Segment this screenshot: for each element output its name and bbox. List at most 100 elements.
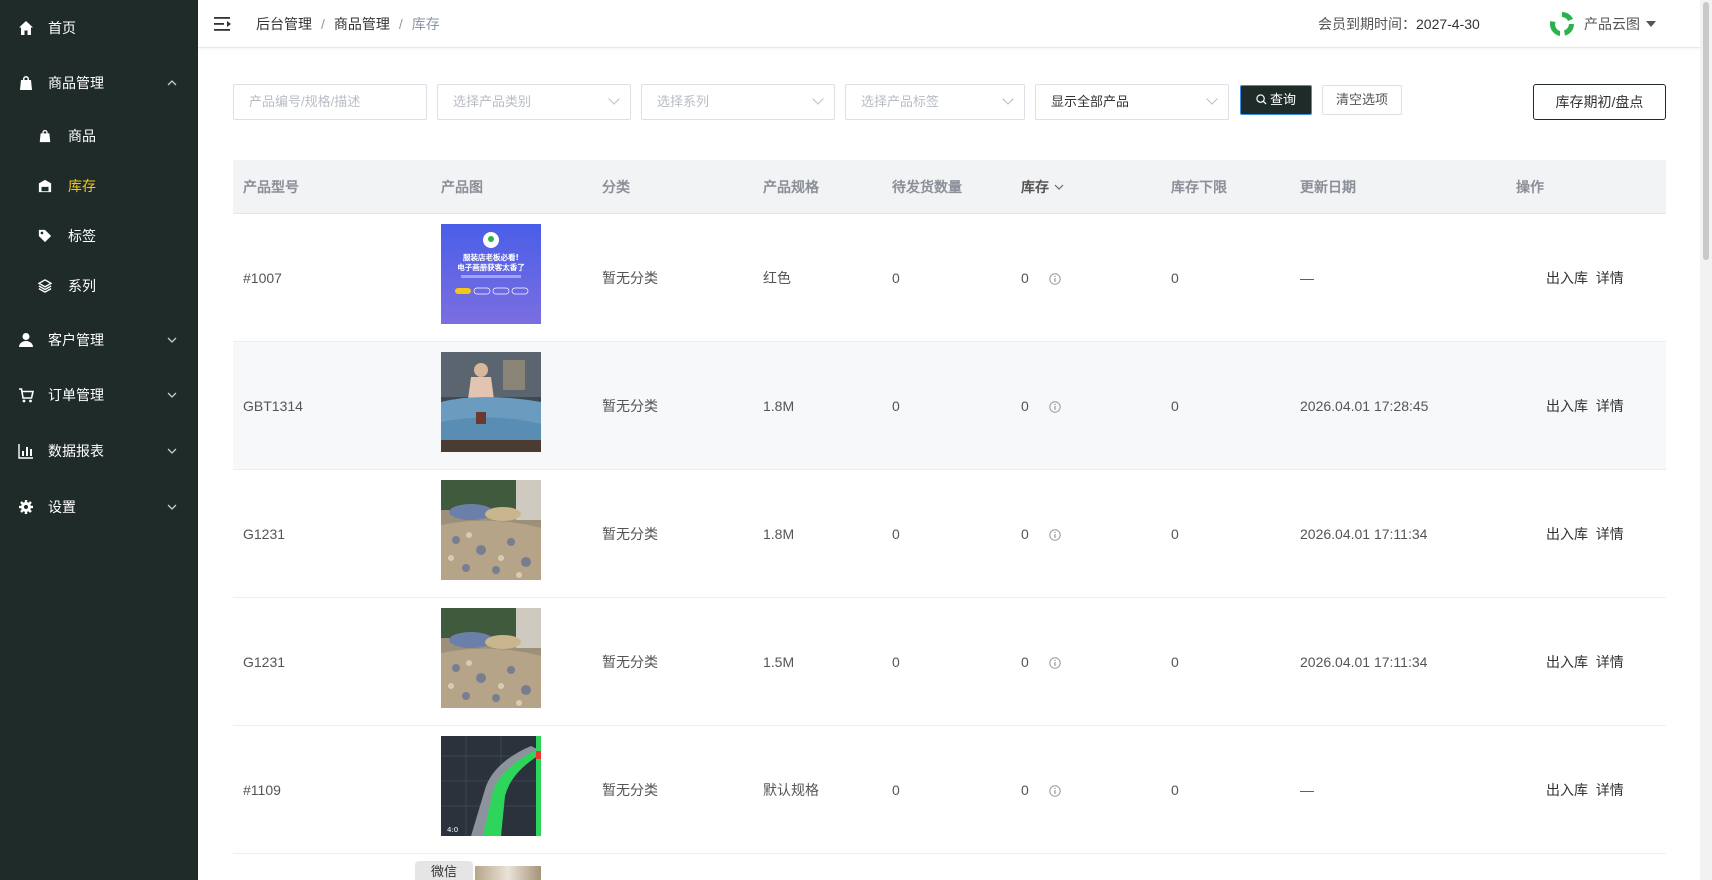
col-header-stock[interactable]: 库存 — [1021, 160, 1064, 214]
inventory-table: 产品型号 产品图 分类 产品规格 待发货数量 库存 库存下限 更新日期 操作 #… — [233, 160, 1666, 854]
chevron-down-icon — [167, 337, 177, 343]
tag-select-placeholder: 选择产品标签 — [861, 94, 940, 109]
cell-stock: 0 — [1021, 342, 1061, 470]
stock-in-out-link[interactable]: 出入库 — [1546, 398, 1588, 414]
cell-updated: — — [1300, 270, 1314, 286]
cell-min-stock: 0 — [1171, 398, 1179, 414]
detail-link[interactable]: 详情 — [1596, 526, 1624, 542]
navigation-map-image: 4:0 — [441, 736, 541, 836]
sidebar-item-inventory[interactable]: 库存 — [0, 166, 198, 206]
sidebar-item-series-label: 系列 — [68, 278, 96, 294]
search-icon — [1256, 94, 1267, 105]
gear-icon — [19, 500, 33, 514]
brand-menu[interactable]: 产品云图 — [1548, 10, 1656, 38]
nav-customer-mgmt[interactable]: 客户管理 — [0, 320, 198, 360]
chevron-down-icon — [812, 93, 824, 105]
cell-spec: 红色 — [763, 270, 791, 286]
sidebar: 首页 商品管理 商品 库存 标签 系列 客户管理 订单管理 数据报表 设置 — [0, 0, 198, 880]
cart-icon — [19, 388, 34, 403]
stock-in-out-link[interactable]: 出入库 — [1546, 270, 1588, 286]
product-thumbnail[interactable] — [441, 352, 541, 452]
product-thumbnail[interactable]: 服装店老板必看! 电子画册获客太香了 — [441, 224, 541, 324]
detail-link[interactable]: 详情 — [1596, 398, 1624, 414]
col-header-stock-label: 库存 — [1021, 179, 1049, 195]
cell-min-stock: 0 — [1171, 526, 1179, 542]
nav-reports[interactable]: 数据报表 — [0, 431, 198, 471]
breadcrumb-separator: / — [398, 16, 403, 32]
detail-link[interactable]: 详情 — [1596, 782, 1624, 798]
table-row: G1231 暂无分类 1.8M 0 0 0 2026.04.01 17:11:3… — [233, 470, 1666, 598]
cell-stock-value: 0 — [1021, 782, 1029, 798]
membership-expiry: 会员到期时间：2027-4-30 — [1318, 0, 1480, 48]
nav-customer-mgmt-label: 客户管理 — [48, 332, 104, 348]
info-icon[interactable] — [1049, 401, 1061, 413]
detail-link[interactable]: 详情 — [1596, 270, 1624, 286]
product-thumbnail[interactable] — [475, 866, 541, 880]
promo-banner-image: 服装店老板必看! 电子画册获客太香了 — [441, 224, 541, 324]
query-button[interactable]: 查询 — [1240, 85, 1312, 115]
breadcrumb-separator: / — [321, 16, 325, 32]
caret-down-icon — [1646, 21, 1656, 27]
membership-date: 2027-4-30 — [1416, 16, 1480, 32]
bedding-floral-image — [441, 480, 541, 580]
clear-filters-button[interactable]: 清空选项 — [1322, 85, 1402, 115]
breadcrumb-item-current: 库存 — [411, 16, 440, 32]
nav-settings[interactable]: 设置 — [0, 487, 198, 527]
page-scrollbar[interactable] — [1700, 0, 1712, 880]
row-actions: 出入库 详情 — [1546, 214, 1624, 342]
nav-reports-label: 数据报表 — [48, 443, 104, 459]
product-thumbnail[interactable]: 4:0 — [441, 736, 541, 836]
tag-select[interactable]: 选择产品标签 — [845, 84, 1025, 120]
cell-model: G1231 — [243, 654, 286, 670]
cell-category: 暂无分类 — [602, 782, 658, 798]
inventory-count-button[interactable]: 库存期初/盘点 — [1533, 84, 1666, 120]
product-thumbnail[interactable] — [441, 608, 541, 708]
cell-model: #1007 — [243, 270, 282, 286]
stock-in-out-link[interactable]: 出入库 — [1546, 654, 1588, 670]
series-select[interactable]: 选择系列 — [641, 84, 835, 120]
col-header-category: 分类 — [602, 179, 630, 195]
info-icon[interactable] — [1049, 273, 1061, 285]
cell-stock: 0 — [1021, 726, 1061, 854]
cell-category: 暂无分类 — [602, 654, 658, 670]
cell-pending: 0 — [892, 270, 900, 286]
col-header-pending: 待发货数量 — [892, 179, 962, 195]
sidebar-item-series[interactable]: 系列 — [0, 266, 198, 306]
chevron-down-icon — [167, 448, 177, 454]
nav-order-mgmt[interactable]: 订单管理 — [0, 375, 198, 415]
info-icon[interactable] — [1049, 657, 1061, 669]
breadcrumb-item-product-mgmt[interactable]: 商品管理 — [334, 16, 390, 32]
col-header-image: 产品图 — [441, 179, 483, 195]
stock-in-out-link[interactable]: 出入库 — [1546, 782, 1588, 798]
nav-home-label: 首页 — [48, 20, 76, 36]
nav-home[interactable]: 首页 — [0, 8, 198, 48]
nav-product-mgmt[interactable]: 商品管理 — [0, 63, 198, 103]
cell-min-stock: 0 — [1171, 782, 1179, 798]
bag-icon — [39, 129, 51, 143]
category-select[interactable]: 选择产品类别 — [437, 84, 631, 120]
wechat-float-tab[interactable]: 微信 — [415, 861, 473, 880]
scrollbar-thumb[interactable] — [1703, 2, 1709, 260]
bag-icon — [20, 76, 32, 90]
chevron-down-icon — [1002, 93, 1014, 105]
info-icon[interactable] — [1049, 785, 1061, 797]
search-input[interactable]: 产品编号/规格/描述 — [233, 84, 427, 120]
sidebar-item-tags[interactable]: 标签 — [0, 216, 198, 256]
sidebar-item-products[interactable]: 商品 — [0, 116, 198, 156]
col-header-spec: 产品规格 — [763, 179, 819, 195]
product-thumbnail[interactable] — [441, 480, 541, 580]
cell-model: G1231 — [243, 526, 286, 542]
cell-pending: 0 — [892, 398, 900, 414]
nav-settings-label: 设置 — [48, 499, 76, 515]
category-select-placeholder: 选择产品类别 — [453, 94, 532, 109]
user-icon — [19, 333, 33, 347]
detail-link[interactable]: 详情 — [1596, 654, 1624, 670]
stock-in-out-link[interactable]: 出入库 — [1546, 526, 1588, 542]
chevron-down-icon — [1206, 93, 1218, 105]
menu-toggle-icon[interactable] — [214, 16, 232, 32]
breadcrumb-item-admin[interactable]: 后台管理 — [256, 16, 312, 32]
info-icon[interactable] — [1049, 529, 1061, 541]
cell-model: #1109 — [243, 782, 281, 798]
display-scope-select[interactable]: 显示全部产品 — [1035, 84, 1229, 120]
sidebar-item-tags-label: 标签 — [68, 228, 96, 244]
